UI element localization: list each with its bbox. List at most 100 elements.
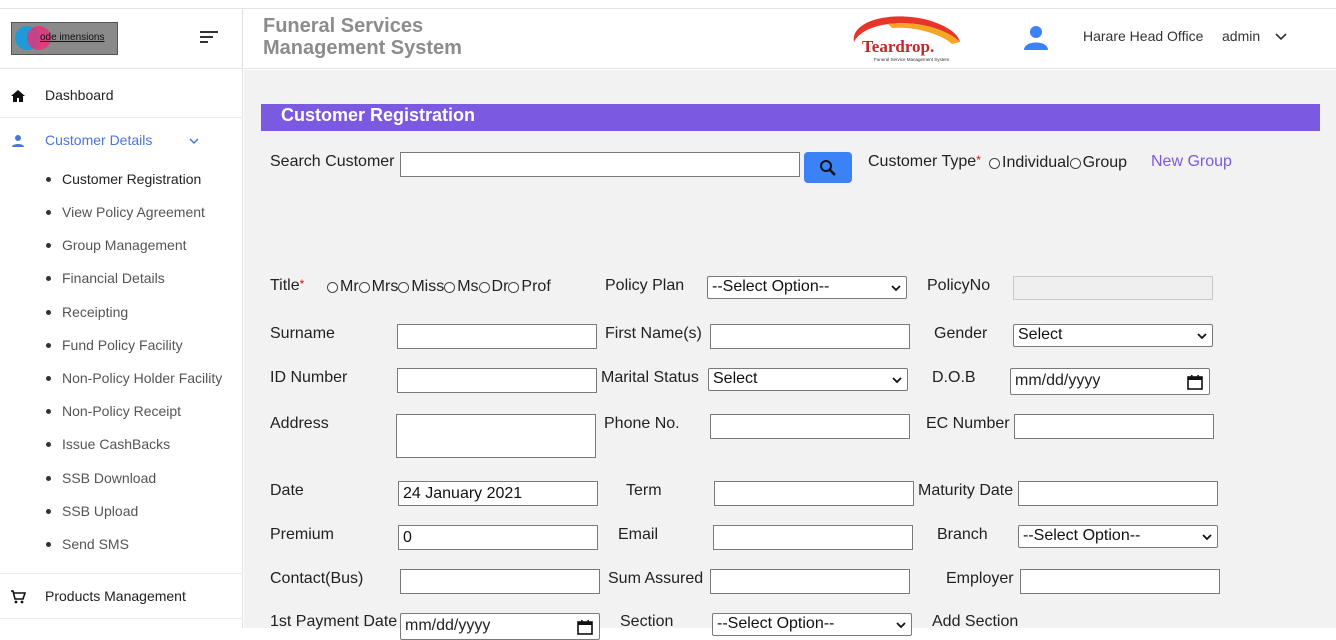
gender-select[interactable]: Select [1013, 324, 1213, 347]
search-icon [820, 160, 836, 176]
main-content: Customer Registration Search Customer Cu… [244, 70, 1336, 640]
company-logo[interactable]: ode imensions [11, 22, 118, 55]
customer-type-label: Customer Type* [868, 153, 981, 170]
radio-group[interactable]: Group [1069, 154, 1127, 172]
title-radios: Mr Mrs Miss Ms Dr Prof [327, 278, 551, 296]
address-label: Address [270, 415, 329, 432]
surname-label: Surname [270, 325, 335, 342]
sidebar-item-label: Products Management [45, 588, 186, 604]
submenu-item-label: Send SMS [62, 536, 129, 552]
employer-field[interactable] [1020, 569, 1220, 594]
bullet-icon [46, 210, 51, 215]
radio-title-dr[interactable]: Dr [478, 278, 508, 296]
term-label: Term [626, 482, 662, 499]
policy-plan-label: Policy Plan [605, 277, 685, 294]
ec-number-label: EC Number [926, 415, 1010, 432]
phone-field[interactable] [710, 414, 910, 439]
search-button[interactable] [804, 152, 852, 183]
system-title-line2: Management System [263, 37, 462, 59]
sidebar-item-label: Customer Details [45, 132, 153, 148]
submenu-item-label: View Policy Agreement [62, 204, 205, 220]
chevron-down-icon [891, 285, 901, 292]
sidebar-item-products-management[interactable]: Products Management [0, 582, 243, 612]
branch-label: Branch [937, 526, 988, 543]
submenu-item-label: SSB Upload [62, 503, 139, 519]
home-icon [11, 90, 25, 102]
add-section-link[interactable]: Add Section [932, 613, 1018, 631]
marital-status-select[interactable]: Select [708, 368, 908, 391]
marital-status-label: Marital Status [601, 369, 699, 386]
bullet-icon [46, 509, 51, 514]
ec-number-field[interactable] [1014, 414, 1214, 439]
title-label: Title* [270, 277, 305, 294]
bullet-icon [46, 276, 51, 281]
maturity-date-field[interactable] [1018, 481, 1218, 506]
calendar-icon[interactable] [577, 619, 593, 635]
submenu-item-label: Fund Policy Facility [62, 337, 183, 353]
policy-plan-select[interactable]: --Select Option-- [707, 276, 907, 299]
sidebar-divider [0, 618, 243, 619]
person-icon [12, 135, 24, 147]
bullet-icon [46, 409, 51, 414]
date-label: Date [270, 482, 304, 499]
sum-assured-field[interactable] [710, 569, 910, 594]
submenu-item-label: Non-Policy Holder Facility [62, 370, 223, 386]
chevron-down-icon [1197, 333, 1207, 340]
radio-title-mrs[interactable]: Mrs [358, 278, 398, 296]
search-customer-label: Search Customer [270, 153, 395, 170]
new-group-link[interactable]: New Group [1151, 153, 1232, 171]
maturity-date-label: Maturity Date [918, 482, 1014, 499]
sidebar-item-customer-details[interactable]: Customer Details [0, 126, 243, 156]
search-customer-input[interactable] [400, 152, 800, 177]
first-payment-date-label: 1st Payment Date [270, 613, 398, 630]
address-textarea[interactable] [396, 414, 596, 458]
radio-individual[interactable]: Individual [989, 154, 1070, 172]
calendar-icon[interactable] [1187, 374, 1203, 390]
first-payment-date-input[interactable]: mm/dd/yyyy [400, 613, 600, 640]
email-field[interactable] [713, 525, 913, 550]
radio-title-miss[interactable]: Miss [398, 278, 444, 296]
bullet-icon [46, 442, 51, 447]
contact-bus-label: Contact(Bus) [270, 570, 364, 587]
radio-title-mr[interactable]: Mr [327, 278, 359, 296]
submenu-item-label: Non-Policy Receipt [62, 403, 182, 419]
id-number-field[interactable] [397, 368, 597, 393]
branch-select[interactable]: --Select Option-- [1018, 525, 1218, 548]
menu-toggle-icon[interactable] [200, 29, 220, 45]
date-field[interactable] [398, 481, 598, 506]
radio-title-ms[interactable]: Ms [444, 278, 479, 296]
system-title-line1: Funeral Services [263, 15, 424, 37]
premium-field[interactable] [398, 525, 598, 550]
top-header: Funeral Services Management System Teard… [244, 9, 1336, 69]
app-logo-text: Teardrop. [862, 37, 934, 56]
section-select[interactable]: --Select Option-- [712, 613, 912, 636]
policy-no-label: PolicyNo [927, 277, 991, 294]
surname-field[interactable] [397, 324, 597, 349]
sidebar-item-dashboard[interactable]: Dashboard [0, 81, 243, 111]
premium-label: Premium [270, 526, 335, 543]
submenu-item-label: Issue CashBacks [62, 436, 171, 452]
first-name-field[interactable] [710, 324, 910, 349]
policy-no-field[interactable] [1013, 276, 1213, 300]
employer-label: Employer [946, 570, 1014, 587]
bullet-icon [46, 542, 51, 547]
user-menu-label[interactable]: admin [1222, 28, 1260, 44]
sidebar: ode imensions Dashboard Customer Details… [0, 9, 243, 628]
submenu-item-label: SSB Download [62, 470, 157, 486]
submenu-item-label: Customer Registration [62, 171, 202, 187]
form-banner: Customer Registration [261, 104, 1320, 131]
sidebar-item-label: Dashboard [45, 87, 114, 103]
user-avatar-icon[interactable] [1022, 23, 1050, 51]
radio-title-prof[interactable]: Prof [508, 278, 551, 296]
chevron-down-icon [892, 377, 902, 384]
bullet-icon [46, 343, 51, 348]
term-field[interactable] [714, 481, 914, 506]
teardrop-logo: Teardrop. Funeral Service Management Sys… [853, 16, 960, 62]
system-title: Funeral Services Management System [263, 15, 523, 59]
sidebar-divider [0, 68, 243, 69]
logo-text: ode imensions [40, 32, 105, 43]
contact-bus-field[interactable] [400, 569, 600, 594]
chevron-down-icon [1202, 534, 1212, 541]
dob-date-input[interactable]: mm/dd/yyyy [1010, 368, 1210, 395]
chevron-down-icon[interactable] [1275, 31, 1287, 41]
